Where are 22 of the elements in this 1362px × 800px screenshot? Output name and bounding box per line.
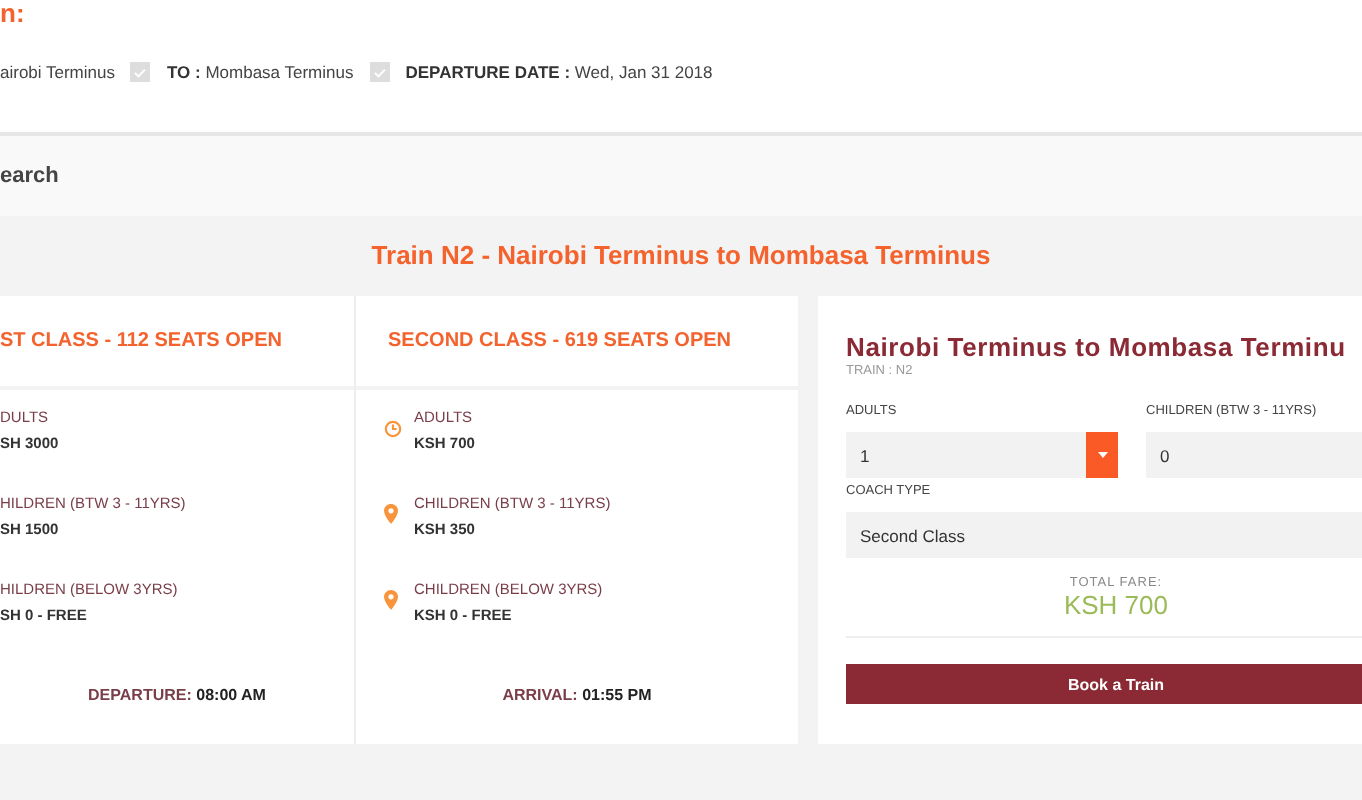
- checkbox[interactable]: [369, 62, 390, 82]
- caret-icon: [1097, 452, 1107, 458]
- route-detail: airobi Terminus: [0, 62, 115, 82]
- route-title: Nairobi Terminus to Mombasa Terminu: [846, 332, 1348, 362]
- train-title: Train N2 - Nairobi Terminus to Mombasa Terminus: [371, 240, 991, 270]
- clock-icon: [384, 420, 402, 438]
- checkbox[interactable]: [130, 62, 151, 82]
- section-title: earch: [0, 164, 59, 188]
- class-title: ST CLASS - 112 SEATS OPEN: [0, 330, 282, 352]
- time-text: DEPARTURE: 08:00 AM: [88, 686, 266, 704]
- location-pin-icon: [384, 504, 398, 524]
- total-fare: KSH 700: [1061, 590, 1171, 620]
- route-detail: DEPARTURE DATE : Wed, Jan 31 2018: [405, 62, 713, 82]
- time-text: ARRIVAL: 01:55 PM: [502, 686, 652, 704]
- page-heading: n:: [0, 0, 27, 28]
- adults-select[interactable]: 1: [846, 432, 1118, 478]
- coach-type-select[interactable]: Second Class: [846, 512, 1362, 558]
- location-pin-icon: [384, 590, 398, 610]
- book-button[interactable]: Book a Train: [846, 664, 1362, 704]
- children-field[interactable]: 0: [1146, 432, 1362, 478]
- route-detail: TO : Mombasa Terminus: [166, 62, 354, 82]
- class-title: SECOND CLASS - 619 SEATS OPEN: [388, 330, 732, 352]
